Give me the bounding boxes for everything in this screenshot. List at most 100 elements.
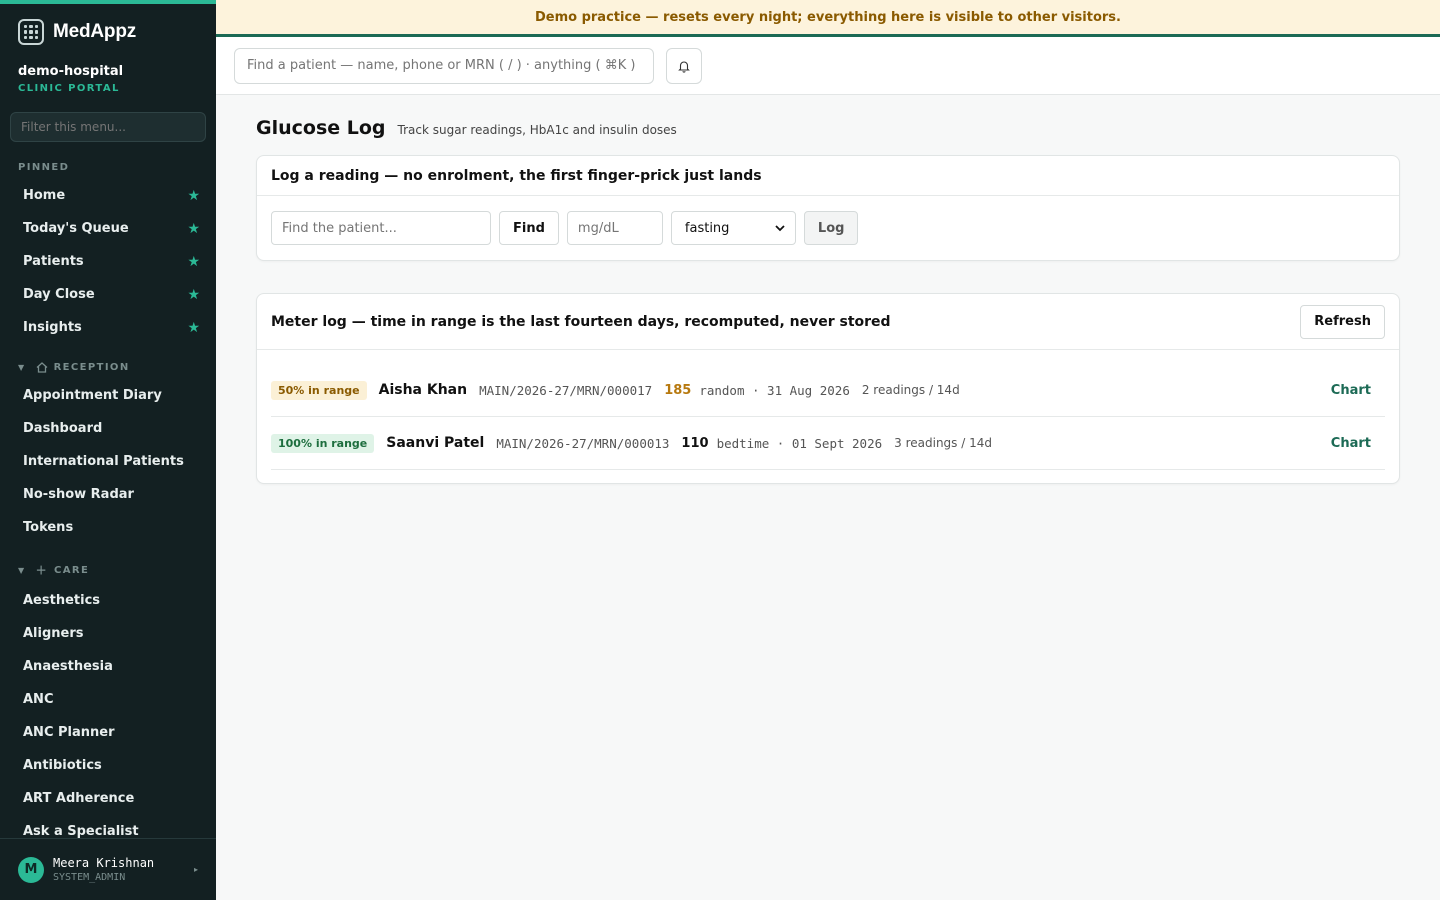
plus-icon: ＋ bbox=[35, 564, 48, 577]
sidebar-item-patients[interactable]: Patients ★ bbox=[0, 245, 216, 278]
reading-value: 185 bbox=[664, 382, 692, 398]
sidebar-item-label: Anaesthesia bbox=[23, 659, 113, 674]
reading-count: 2 readings / 14d bbox=[861, 383, 960, 397]
bell-icon bbox=[678, 60, 690, 73]
logo-icon bbox=[18, 19, 44, 45]
topbar bbox=[216, 37, 1440, 95]
star-icon[interactable]: ★ bbox=[187, 221, 200, 237]
reading-count: 3 readings / 14d bbox=[894, 436, 992, 450]
chevron-icon: ▸ bbox=[193, 865, 198, 874]
main-content: Glucose Log Track sugar readings, HbA1c … bbox=[256, 95, 1400, 484]
sidebar-item-todays-queue[interactable]: Today's Queue ★ bbox=[0, 212, 216, 245]
star-icon[interactable]: ★ bbox=[187, 320, 200, 336]
sidebar-item-dashboard[interactable]: Dashboard bbox=[0, 412, 216, 445]
patient-find-input[interactable] bbox=[271, 211, 491, 245]
group-reception-label: RECEPTION bbox=[53, 362, 130, 373]
log-reading-title: Log a reading — no enrolment, the first … bbox=[257, 156, 1399, 196]
find-button[interactable]: Find bbox=[499, 211, 559, 245]
group-care-toggle[interactable]: ▼ ＋ CARE bbox=[0, 562, 216, 578]
sidebar-item-label: Dashboard bbox=[23, 421, 103, 436]
sidebar-item-label: Insights bbox=[23, 320, 82, 335]
sidebar-item-antibiotics[interactable]: Antibiotics bbox=[0, 749, 216, 782]
patient-name[interactable]: Saanvi Patel bbox=[386, 435, 484, 451]
sidebar-item-label: Ask a Specialist bbox=[23, 824, 139, 839]
range-badge: 100% in range bbox=[271, 433, 375, 453]
sidebar-item-appointment-diary[interactable]: Appointment Diary bbox=[0, 379, 216, 412]
log-reading-form: Find fasting Log bbox=[257, 196, 1399, 260]
user-menu[interactable]: M Meera Krishnan SYSTEM_ADMIN ▸ bbox=[0, 838, 216, 900]
star-icon[interactable]: ★ bbox=[187, 287, 200, 303]
reading-context: bedtime · 01 Sept 2026 bbox=[716, 435, 883, 451]
sidebar-item-label: Aligners bbox=[23, 626, 84, 641]
group-reception-toggle[interactable]: ▼ RECEPTION bbox=[0, 362, 216, 373]
sidebar-item-label: Antibiotics bbox=[23, 758, 102, 773]
patient-mrn: MAIN/2026-27/MRN/000013 bbox=[496, 435, 670, 451]
sidebar-item-tokens[interactable]: Tokens bbox=[0, 511, 216, 544]
home-icon bbox=[36, 362, 47, 373]
reading-context-select[interactable]: fasting bbox=[670, 211, 796, 245]
sidebar-item-anc[interactable]: ANC bbox=[0, 683, 216, 716]
page-title: Glucose Log bbox=[256, 117, 386, 139]
caret-down-icon: ▼ bbox=[18, 363, 26, 372]
patient-name[interactable]: Aisha Khan bbox=[379, 382, 467, 398]
sidebar-item-day-close[interactable]: Day Close ★ bbox=[0, 278, 216, 311]
menu-filter-input[interactable] bbox=[10, 112, 206, 142]
log-reading-card: Log a reading — no enrolment, the first … bbox=[256, 155, 1400, 261]
meter-log-card: Meter log — time in range is the last fo… bbox=[256, 293, 1400, 484]
sidebar-item-label: No-show Radar bbox=[23, 487, 134, 502]
page-subtitle: Track sugar readings, HbA1c and insulin … bbox=[397, 123, 677, 137]
sidebar-item-label: ANC Planner bbox=[23, 725, 115, 740]
chart-link[interactable]: Chart bbox=[1331, 383, 1371, 398]
sidebar-item-insights[interactable]: Insights ★ bbox=[0, 311, 216, 344]
sidebar-item-label: Appointment Diary bbox=[23, 388, 162, 403]
user-role: SYSTEM_ADMIN bbox=[53, 872, 126, 883]
sidebar: MedAppz demo-hospital CLINIC PORTAL PINN… bbox=[0, 0, 216, 900]
page-header: Glucose Log Track sugar readings, HbA1c … bbox=[256, 117, 1400, 139]
sidebar-item-label: ANC bbox=[23, 692, 54, 707]
sidebar-item-anc-planner[interactable]: ANC Planner bbox=[0, 716, 216, 749]
chart-link[interactable]: Chart bbox=[1331, 436, 1371, 451]
sidebar-item-label: Today's Queue bbox=[23, 221, 129, 236]
star-icon[interactable]: ★ bbox=[187, 188, 200, 204]
meter-log-list: 50% in range Aisha Khan MAIN/2026-27/MRN… bbox=[257, 364, 1399, 470]
sidebar-item-label: Patients bbox=[23, 254, 84, 269]
group-care-label: CARE bbox=[53, 564, 90, 576]
avatar: M bbox=[18, 856, 44, 883]
reading-value: 110 bbox=[681, 435, 709, 451]
sidebar-item-label: ART Adherence bbox=[23, 791, 135, 806]
list-item: 100% in range Saanvi Patel MAIN/2026-27/… bbox=[271, 417, 1385, 470]
sidebar-item-international-patients[interactable]: International Patients bbox=[0, 445, 216, 478]
refresh-button[interactable]: Refresh bbox=[1300, 304, 1385, 339]
sidebar-item-label: Aesthetics bbox=[23, 593, 101, 608]
reading-context: random · 31 Aug 2026 bbox=[699, 382, 850, 398]
sidebar-item-label: Home bbox=[23, 188, 66, 203]
sidebar-item-no-show-radar[interactable]: No-show Radar bbox=[0, 478, 216, 511]
brand[interactable]: MedAppz bbox=[0, 4, 216, 60]
chevron-down-icon bbox=[775, 224, 785, 231]
sidebar-item-label: Tokens bbox=[23, 520, 74, 535]
star-icon[interactable]: ★ bbox=[187, 254, 200, 270]
sidebar-item-home[interactable]: Home ★ bbox=[0, 179, 216, 212]
sidebar-item-anaesthesia[interactable]: Anaesthesia bbox=[0, 650, 216, 683]
caret-down-icon: ▼ bbox=[18, 565, 26, 575]
sidebar-item-aesthetics[interactable]: Aesthetics bbox=[0, 584, 216, 617]
org-info: demo-hospital CLINIC PORTAL bbox=[0, 60, 216, 94]
sidebar-item-label: International Patients bbox=[23, 454, 184, 469]
glucose-value-input[interactable] bbox=[566, 211, 663, 245]
sidebar-item-art-adherence[interactable]: ART Adherence bbox=[0, 782, 216, 815]
meter-log-header: Meter log — time in range is the last fo… bbox=[257, 294, 1399, 350]
brand-name: MedAppz bbox=[53, 21, 137, 42]
sidebar-item-aligners[interactable]: Aligners bbox=[0, 617, 216, 650]
pinned-label: PINNED bbox=[18, 162, 70, 173]
patient-mrn: MAIN/2026-27/MRN/000017 bbox=[479, 382, 653, 398]
list-item: 50% in range Aisha Khan MAIN/2026-27/MRN… bbox=[271, 364, 1385, 417]
notifications-button[interactable] bbox=[666, 47, 702, 84]
meter-log-title: Meter log — time in range is the last fo… bbox=[271, 313, 891, 330]
org-name: demo-hospital bbox=[18, 64, 124, 79]
pinned-list: Home ★ Today's Queue ★ Patients ★ Day Close… bbox=[0, 179, 216, 344]
user-name: Meera Krishnan bbox=[53, 856, 155, 870]
patient-search-input[interactable] bbox=[234, 47, 654, 84]
log-button[interactable]: Log bbox=[803, 211, 859, 245]
demo-banner: Demo practice — resets every night; ever… bbox=[216, 0, 1440, 37]
reading-context-value: fasting bbox=[684, 220, 730, 236]
